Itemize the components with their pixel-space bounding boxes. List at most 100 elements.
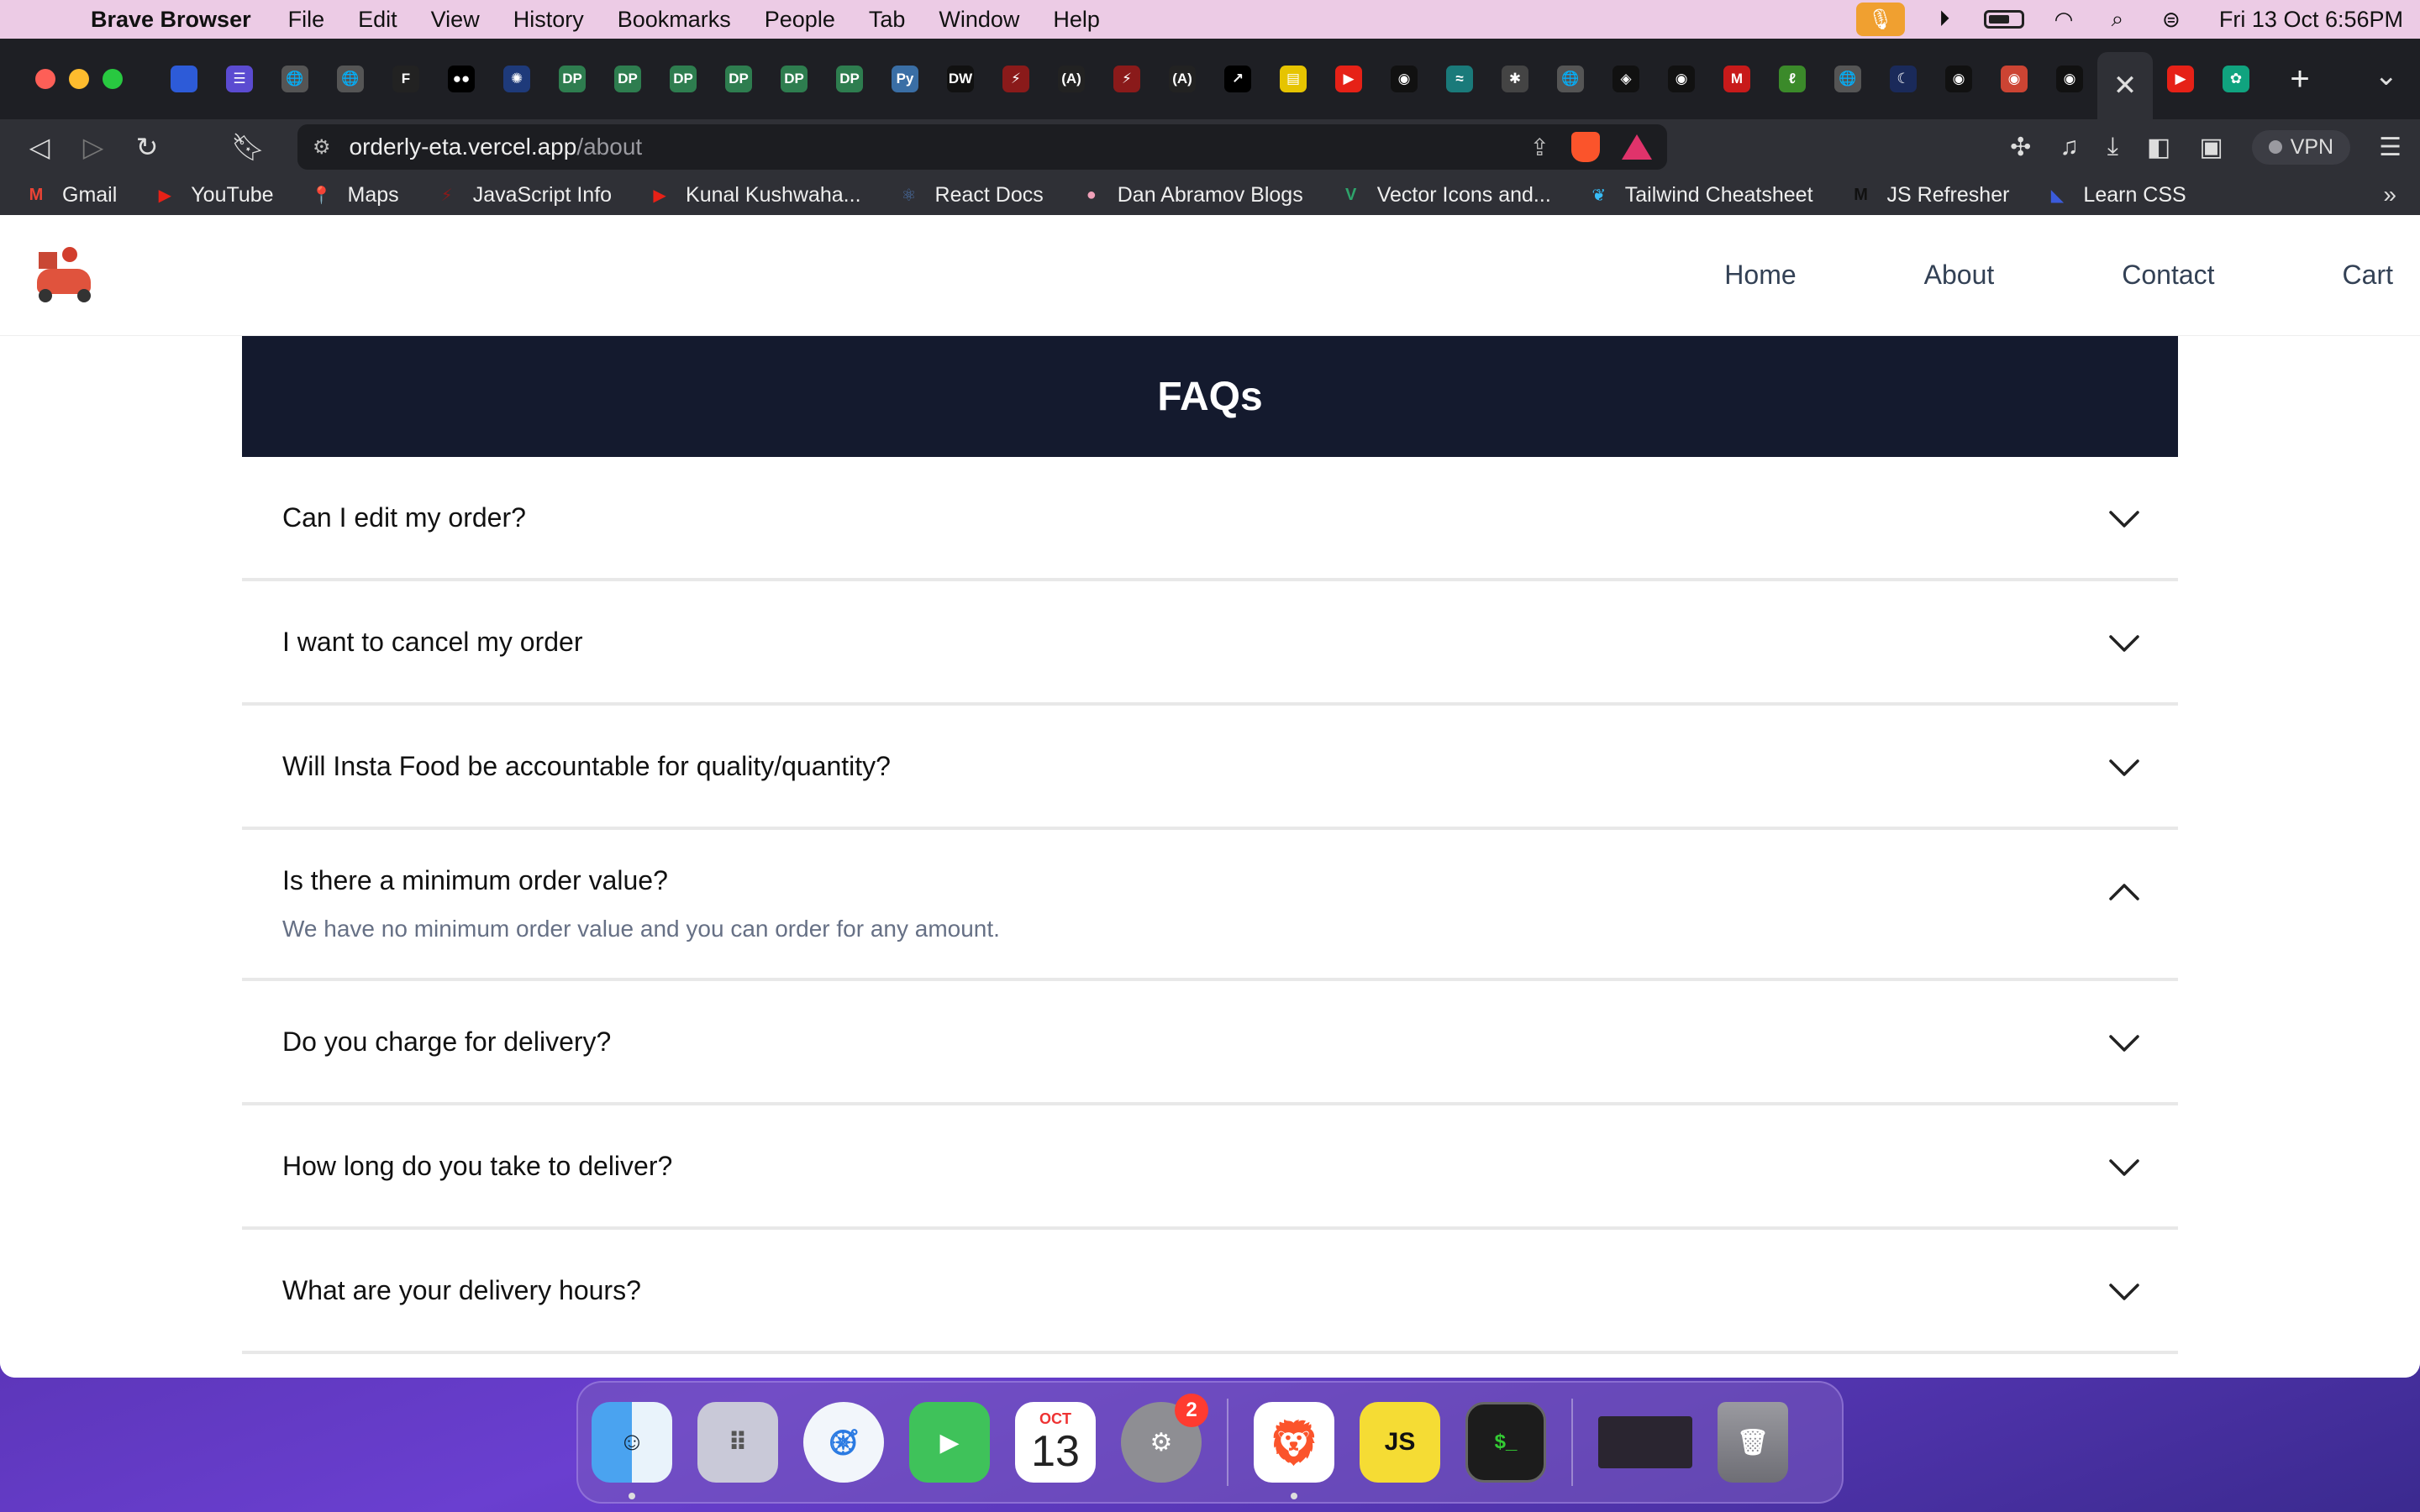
tab-19[interactable]: ↗ — [1210, 51, 1265, 107]
address-bar[interactable]: ⚙︎ orderly-eta.vercel.app/about ⇪ — [297, 124, 1667, 170]
tab-after-0[interactable]: ▶ — [2153, 51, 2208, 107]
faq-item[interactable]: Can I edit my order? — [242, 457, 2178, 581]
terminal-icon[interactable]: $_ — [1465, 1402, 1546, 1483]
tab-25[interactable]: 🌐 — [1543, 51, 1598, 107]
chevron-up-icon[interactable] — [2107, 875, 2141, 909]
faq-question[interactable]: What are your delivery hours? — [242, 1230, 2178, 1351]
vpn-button[interactable]: VPN — [2251, 129, 2351, 165]
nav-cart-link[interactable]: Cart — [2343, 260, 2393, 291]
menu-help[interactable]: Help — [1053, 7, 1100, 33]
tab-21[interactable]: ▶ — [1321, 51, 1376, 107]
minimize-window-button[interactable] — [69, 69, 89, 89]
menu-file[interactable]: File — [288, 7, 325, 33]
tab-1[interactable]: ☰ — [212, 51, 267, 107]
downloads-icon[interactable]: ⤓ — [2107, 133, 2118, 161]
tab-29[interactable]: ℓ — [1765, 51, 1820, 107]
faq-item[interactable]: What are your delivery hours? — [242, 1230, 2178, 1354]
menu-view[interactable]: View — [431, 7, 480, 33]
tab-22[interactable]: ◉ — [1376, 51, 1432, 107]
faq-item[interactable]: Do you charge for delivery? — [242, 981, 2178, 1105]
tab-10[interactable]: DP — [711, 51, 766, 107]
safari-icon[interactable]: 🧭︎ — [803, 1402, 884, 1483]
bookmark-item[interactable]: ● Dan Abramov Blogs — [1079, 183, 1303, 207]
app-name-menu[interactable]: Brave Browser — [91, 7, 251, 33]
menubar-clock[interactable]: Fri 13 Oct 6:56PM — [2219, 7, 2403, 33]
faq-question[interactable]: How long do you take to deliver? — [242, 1105, 2178, 1226]
bookmark-item[interactable]: V Vector Icons and... — [1339, 183, 1551, 207]
facetime-icon[interactable]: ▶ — [909, 1402, 990, 1483]
chevron-down-icon[interactable] — [2107, 627, 2141, 660]
tab-34[interactable]: ◉ — [2042, 51, 2097, 107]
fullscreen-window-button[interactable] — [103, 69, 123, 89]
tab-11[interactable]: DP — [766, 51, 822, 107]
faq-question[interactable]: Is there a minimum order value? — [242, 830, 2178, 916]
close-window-button[interactable] — [35, 69, 55, 89]
tab-14[interactable]: DW — [933, 51, 988, 107]
bookmark-item[interactable]: ⚡ JavaScript Info — [434, 183, 612, 207]
tab-0[interactable] — [156, 51, 212, 107]
tab-27[interactable]: ◉ — [1654, 51, 1709, 107]
tab-3[interactable]: 🌐 — [323, 51, 378, 107]
search-icon[interactable]: ⌕ — [2103, 5, 2132, 34]
microphone-icon[interactable]: 🎙 — [1855, 3, 1905, 36]
more-bookmarks-icon[interactable]: » — [2383, 181, 2396, 208]
extensions-icon[interactable]: ✣ — [2010, 133, 2031, 162]
runjs-icon[interactable]: JS — [1360, 1402, 1440, 1483]
delivery-scooter-logo[interactable] — [34, 244, 97, 307]
menu-window[interactable]: Window — [939, 7, 1019, 33]
tab-23[interactable]: ≈ — [1432, 51, 1487, 107]
tab-4[interactable]: F — [378, 51, 434, 107]
faq-item[interactable]: How long do you take to deliver? — [242, 1105, 2178, 1230]
media-icon[interactable]: ♫ — [2060, 133, 2079, 161]
sidebar-icon[interactable]: ◧ — [2147, 133, 2170, 162]
faq-question[interactable]: I want to cancel my order — [242, 581, 2178, 702]
bookmark-item[interactable]: ❦ Tailwind Cheatsheet — [1586, 183, 1812, 207]
faq-question[interactable]: Do you charge for delivery? — [242, 981, 2178, 1102]
tab-31[interactable]: ☾ — [1876, 51, 1931, 107]
minimized-brave-window-icon[interactable] — [1598, 1416, 1692, 1468]
faq-item[interactable]: Will Insta Food be accountable for quali… — [242, 706, 2178, 830]
tab-16[interactable]: (A) — [1044, 51, 1099, 107]
tab-9[interactable]: DP — [655, 51, 711, 107]
control-center-icon[interactable]: ⊜ — [2157, 5, 2186, 34]
launchpad-icon[interactable]: ⠿ — [697, 1402, 778, 1483]
tab-15[interactable]: ⚡ — [988, 51, 1044, 107]
tab-12[interactable]: DP — [822, 51, 877, 107]
tab-5[interactable]: ●● — [434, 51, 489, 107]
tab-28[interactable]: M — [1709, 51, 1765, 107]
chevron-down-icon[interactable] — [2107, 502, 2141, 536]
wifi-icon[interactable]: ◠ — [2049, 5, 2078, 34]
chevron-down-icon[interactable] — [2107, 1151, 2141, 1184]
bookmark-item[interactable]: ▶ YouTube — [152, 183, 274, 207]
tab-8[interactable]: DP — [600, 51, 655, 107]
tab-13[interactable]: Py — [877, 51, 933, 107]
bookmark-item[interactable]: ▶ Kunal Kushwaha... — [647, 183, 860, 207]
tab-2[interactable]: 🌐 — [267, 51, 323, 107]
menu-edit[interactable]: Edit — [358, 7, 397, 33]
tab-20[interactable]: ▤ — [1265, 51, 1321, 107]
battery-icon[interactable] — [1983, 10, 2024, 29]
tab-after-1[interactable]: ✿ — [2208, 51, 2264, 107]
tab-24[interactable]: ✱ — [1487, 51, 1543, 107]
tab-33[interactable]: ◉ — [1986, 51, 2042, 107]
menu-bookmarks[interactable]: Bookmarks — [618, 7, 731, 33]
nav-home-link[interactable]: Home — [1724, 260, 1796, 291]
tab-32[interactable]: ◉ — [1931, 51, 1986, 107]
faq-question[interactable]: Can I edit my order? — [242, 457, 2178, 578]
bookmark-item[interactable]: 📍 Maps — [309, 183, 399, 207]
chevron-down-icon[interactable] — [2107, 1026, 2141, 1060]
tab-17[interactable]: ⚡ — [1099, 51, 1155, 107]
faq-item[interactable]: I want to cancel my order — [242, 581, 2178, 706]
bookmark-page-button[interactable]: 🔖︎ — [227, 126, 269, 168]
tab-6[interactable]: ✺ — [489, 51, 544, 107]
finder-icon[interactable]: ☺ — [592, 1402, 672, 1499]
tab-active[interactable]: ✕ — [2097, 52, 2153, 119]
chevron-down-icon[interactable] — [2107, 1275, 2141, 1309]
tab-30[interactable]: 🌐 — [1820, 51, 1876, 107]
trash-icon[interactable]: 🗑︎ — [1718, 1402, 1788, 1483]
site-info-icon[interactable]: ⚙︎ — [313, 135, 331, 160]
menu-people[interactable]: People — [765, 7, 835, 33]
faq-item[interactable]: Is there a minimum order value? We have n… — [242, 830, 2178, 981]
bookmark-item[interactable]: ◣ Learn CSS — [2044, 183, 2186, 207]
play-icon[interactable]: ⏵ — [1930, 5, 1959, 34]
